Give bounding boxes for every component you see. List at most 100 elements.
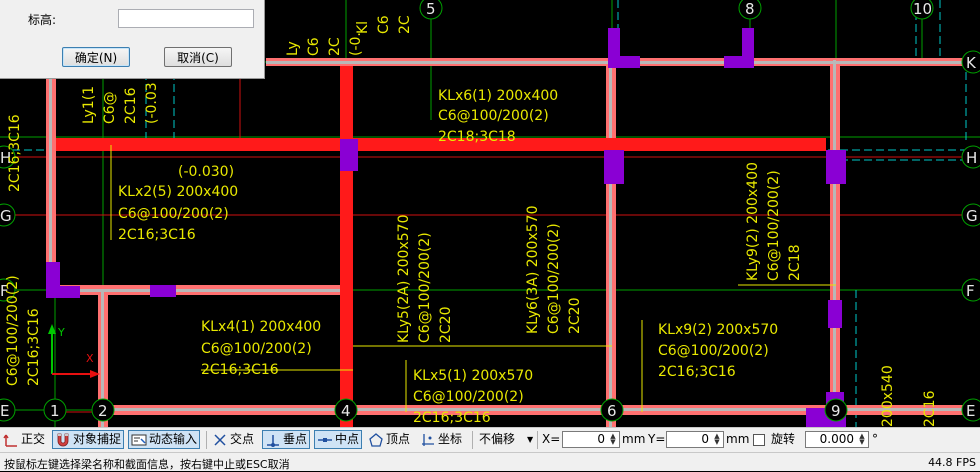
label-klx2[interactable]: (-0.030) KLx2(5) 200x400 C6@100/200(2) 2…	[118, 164, 238, 243]
axis-right-G: G	[966, 207, 978, 225]
label-top-fragment-a[interactable]: Ly C6 2C (-0.	[285, 32, 364, 56]
label-top-fragment-a-line1: Ly	[285, 41, 301, 56]
label-top-fragment-a-line3: 2C	[327, 37, 343, 56]
separator	[537, 431, 538, 449]
ortho-toggle[interactable]: 正交	[3, 430, 45, 449]
label-klx4-line3: 2C16;3C16	[201, 362, 279, 378]
axis-left-G: G	[0, 207, 12, 225]
object-snap-toggle[interactable]: 对象捕捉	[52, 430, 125, 449]
x-label: X=	[542, 432, 561, 446]
label-ly1-line1: Ly1(1	[81, 86, 97, 124]
axis-right-E: E	[966, 402, 975, 420]
label-kly6-line2: C6@100/200(2)	[546, 223, 562, 334]
degree-unit: °	[872, 432, 878, 446]
label-klx9-line2: C6@100/200(2)	[658, 343, 769, 359]
coordinate-label: 坐标	[438, 432, 463, 446]
label-right-fragment-b[interactable]: 2C16	[922, 390, 938, 427]
separator	[472, 431, 473, 449]
midpoint-snap[interactable]: 中点	[314, 430, 363, 449]
rotate-value: 0.000	[819, 432, 854, 446]
magnet-icon	[57, 433, 69, 446]
label-left-fragment-a[interactable]: 2C16;3C16	[7, 114, 23, 192]
x-spinner-icon[interactable]: ▲ ▼	[608, 433, 618, 446]
label-ly1-line3: 2C16	[123, 87, 139, 124]
y-offset-input[interactable]: 0 ▲ ▼	[666, 431, 724, 448]
perpendicular-snap[interactable]: 垂点	[262, 430, 311, 449]
axis-top-8: 8	[745, 0, 755, 18]
fps-readout: 44.8 FPS	[928, 456, 976, 469]
label-kly9-line2: C6@100/200(2)	[766, 170, 782, 281]
label-kly9-line1: KLy9(2) 200x400	[745, 162, 761, 281]
elevation-dialog: 标高: 确定(N) 取消(C)	[0, 0, 265, 79]
elevation-input[interactable]	[118, 9, 254, 28]
label-kly9-line3: 2C18	[787, 245, 803, 282]
x-offset-input[interactable]: 0 ▲ ▼	[562, 431, 620, 448]
vertex-icon	[369, 432, 383, 447]
label-top-fragment-b-line1: Kl	[355, 21, 371, 34]
label-kly5[interactable]: KLy5(2A) 200x570 C6@100/200(2) 2C20	[396, 215, 454, 343]
cancel-button[interactable]: 取消(C)	[164, 47, 232, 67]
axis-top-5: 5	[426, 0, 436, 18]
label-kly5-line3: 2C20	[438, 307, 454, 344]
label-kly6-line3: 2C20	[567, 298, 583, 335]
label-kly6[interactable]: KLy6(3A) 200x570 C6@100/200(2) 2C20	[525, 206, 583, 334]
label-klx6[interactable]: KLx6(1) 200x400 C6@100/200(2) 2C18;3C18	[438, 88, 558, 145]
label-klx9[interactable]: KLx9(2) 200x570 C6@100/200(2) 2C16;3C16	[658, 322, 778, 380]
dynamic-input-label: 动态输入	[149, 432, 198, 446]
svg-text:X: X	[86, 352, 94, 365]
axis-top-10: 10	[913, 0, 932, 18]
label-ly1[interactable]: Ly1(1 C6@ 2C16 (-0.03	[81, 82, 160, 124]
label-klx5-line1: KLx5(1) 200x570	[413, 368, 533, 384]
perpendicular-icon	[267, 434, 279, 447]
label-top-fragment-b-line3: 2C	[397, 15, 413, 34]
separator	[206, 431, 207, 449]
label-klx6-line1: KLx6(1) 200x400	[438, 88, 558, 104]
label-klx4[interactable]: KLx4(1) 200x400 C6@100/200(2) 2C16;3C16	[201, 319, 321, 378]
label-klx5-line3: 2C16;3C16	[413, 410, 491, 426]
dynamic-input-toggle[interactable]: 动态输入	[128, 430, 201, 449]
elevation-label: 标高:	[28, 13, 57, 27]
label-left-fragment-a-line1: 2C16;3C16	[7, 114, 23, 192]
label-top-fragment-b[interactable]: Kl C6 2C	[355, 15, 413, 34]
perpendicular-label: 垂点	[283, 432, 308, 446]
offset-mode-select[interactable]: 不偏移 ▼	[479, 430, 533, 449]
object-snap-label: 对象捕捉	[73, 432, 122, 446]
rotate-checkbox[interactable]	[753, 433, 765, 446]
axis-bottom-1: 1	[50, 402, 60, 420]
x-offset-value: 0	[597, 432, 605, 446]
coordinate-snap[interactable]: 坐标	[420, 430, 462, 449]
axis-right-H: H	[966, 149, 977, 167]
ok-button[interactable]: 确定(N)	[62, 47, 130, 67]
coordinate-icon	[422, 433, 434, 446]
axis-bottom-2: 2	[98, 402, 108, 420]
label-top-fragment-b-line2: C6	[376, 15, 392, 34]
rotate-toggle[interactable]: 旋转	[753, 430, 795, 449]
intersection-label: 交点	[230, 432, 255, 446]
axis-right-K: K	[966, 54, 977, 72]
svg-text:Y: Y	[57, 326, 65, 339]
rotate-input[interactable]: 0.000 ▲ ▼	[805, 431, 869, 448]
intersection-snap[interactable]: 交点	[212, 430, 254, 449]
axis-right-F: F	[966, 282, 975, 300]
label-kly9[interactable]: KLy9(2) 200x400 C6@100/200(2) 2C18	[745, 162, 803, 281]
y-offset-value: 0	[701, 432, 709, 446]
label-klx6-line2: C6@100/200(2)	[438, 108, 549, 124]
label-left-fragment-b[interactable]: C6@100/200(2) 2C16;3C16	[5, 275, 42, 386]
label-right-fragment-a[interactable]: 200x540	[880, 365, 896, 427]
y-spinner-icon[interactable]: ▲ ▼	[712, 433, 722, 446]
vertex-snap[interactable]: 顶点	[368, 430, 410, 449]
axis-bottom-4: 4	[341, 402, 351, 420]
label-kly5-line1: KLy5(2A) 200x570	[396, 215, 412, 343]
label-klx9-line1: KLx9(2) 200x570	[658, 322, 778, 338]
rotate-spinner-icon[interactable]: ▲ ▼	[857, 433, 867, 446]
label-klx5[interactable]: KLx5(1) 200x570 C6@100/200(2) 2C16;3C16	[413, 368, 533, 426]
x-unit: mm	[622, 432, 646, 446]
vertex-label: 顶点	[386, 432, 411, 446]
midpoint-icon	[318, 437, 332, 442]
label-klx4-line2: C6@100/200(2)	[201, 341, 312, 357]
y-label: Y=	[648, 432, 666, 446]
chevron-down-icon: ▼	[527, 435, 534, 444]
label-ly1-line2: C6@	[102, 91, 118, 124]
dynamic-input-icon	[131, 434, 147, 445]
offset-mode-value: 不偏移	[479, 432, 516, 446]
